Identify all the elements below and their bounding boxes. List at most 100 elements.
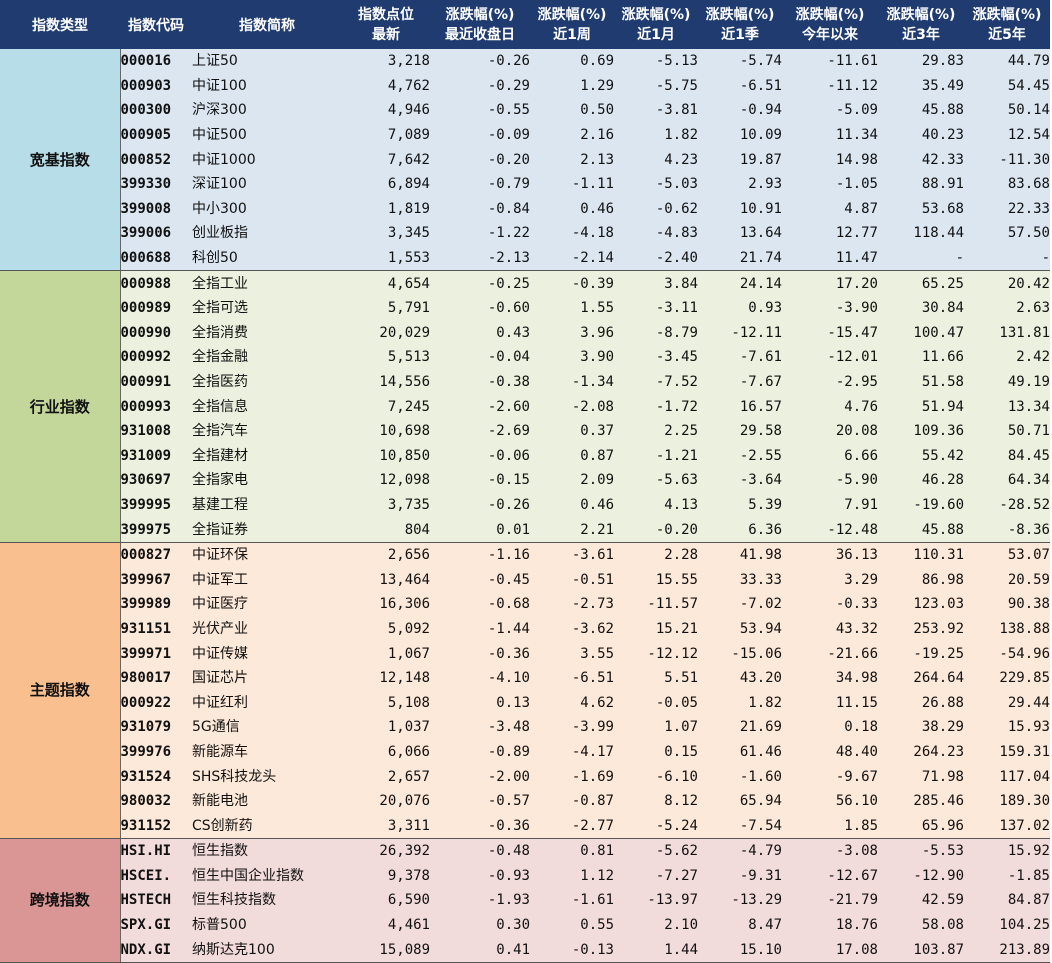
code-cell: 000905 (120, 122, 192, 148)
header-cell-6-top: 涨跌幅(%) (614, 0, 698, 24)
chg-1d-cell: -0.68 (430, 592, 530, 617)
chg-1d-cell: -1.22 (430, 221, 530, 246)
chg-3y-cell: 51.94 (878, 394, 964, 419)
chg-1m-cell: 4.13 (614, 492, 698, 518)
level-cell: 16,306 (342, 592, 430, 617)
header-cell-10-bottom: 近5年 (964, 24, 1050, 49)
chg-1w-cell: -2.77 (530, 813, 614, 840)
chg-1m-cell: 1.82 (614, 122, 698, 148)
chg-ytd-cell: -15.47 (782, 320, 878, 346)
table-row: 931151 光伏产业 5,092 -1.44 -3.62 15.21 53.94 43.32… (0, 616, 1050, 642)
code-cell: 931008 (120, 418, 192, 444)
chg-ytd-cell: 11.15 (782, 690, 878, 716)
chg-1w-cell: 0.46 (530, 492, 614, 518)
name-cell: 上证50 (192, 49, 342, 74)
chg-1q-cell: 13.64 (698, 221, 782, 246)
chg-3y-cell: 109.36 (878, 418, 964, 444)
chg-1w-cell: -0.51 (530, 567, 614, 593)
table-row: SPX.GI 标普500 4,461 0.30 0.55 2.10 8.47 18.76 58.… (0, 912, 1050, 938)
table-row: 399989 中证医疗 16,306 -0.68 -2.73 -11.57 -7.02 -0.… (0, 592, 1050, 617)
table-row: 000922 中证红利 5,108 0.13 4.62 -0.05 1.82 11.15 26.… (0, 690, 1050, 716)
chg-3y-cell: 40.23 (878, 122, 964, 148)
code-cell: 980017 (120, 665, 192, 691)
table-row: 399975 全指证券 804 0.01 2.21 -0.20 6.36 -12.48 45.8… (0, 517, 1050, 543)
level-cell: 7,642 (342, 147, 430, 172)
chg-1w-cell: 0.69 (530, 49, 614, 74)
name-cell: 中证500 (192, 122, 342, 148)
chg-5y-cell: 13.34 (964, 394, 1050, 419)
name-cell: 全指消费 (192, 320, 342, 346)
chg-ytd-cell: -0.33 (782, 592, 878, 617)
chg-ytd-cell: -5.90 (782, 468, 878, 493)
level-cell: 2,657 (342, 764, 430, 789)
chg-1q-cell: -7.54 (698, 813, 782, 840)
code-cell: 399971 (120, 641, 192, 666)
chg-3y-cell: 55.42 (878, 443, 964, 469)
chg-1w-cell: -2.73 (530, 592, 614, 617)
chg-ytd-cell: 34.98 (782, 665, 878, 691)
category-cell: 宽基指数 (0, 49, 121, 272)
level-cell: 5,791 (342, 295, 430, 321)
chg-ytd-cell: 14.98 (782, 147, 878, 172)
chg-1w-cell: -3.62 (530, 616, 614, 642)
chg-1d-cell: -0.36 (430, 813, 530, 840)
chg-1q-cell: -15.06 (698, 641, 782, 666)
table-row: 930697 全指家电 12,098 -0.15 2.09 -5.63 -3.64 -5.90… (0, 468, 1050, 493)
chg-1d-cell: -1.93 (430, 888, 530, 913)
chg-1q-cell: -12.11 (698, 320, 782, 346)
chg-3y-cell: 86.98 (878, 567, 964, 593)
chg-1q-cell: 29.58 (698, 418, 782, 444)
chg-3y-cell: 45.88 (878, 517, 964, 543)
chg-5y-cell: 57.50 (964, 221, 1050, 246)
header-cell-9-top: 涨跌幅(%) (878, 0, 964, 24)
code-cell: 399967 (120, 567, 192, 593)
header-cell-5-bottom: 近1周 (530, 24, 614, 49)
chg-1d-cell: -0.09 (430, 122, 530, 148)
level-cell: 6,894 (342, 171, 430, 197)
chg-5y-cell: - (964, 245, 1050, 272)
chg-1q-cell: -7.67 (698, 369, 782, 395)
chg-ytd-cell: -9.67 (782, 764, 878, 789)
chg-3y-cell: 110.31 (878, 542, 964, 568)
table-row: 行业指数 000988 全指工业 4,654 -0.25 -0.39 3.84 24.14 17… (0, 270, 1050, 543)
name-cell: 全指医药 (192, 369, 342, 395)
chg-5y-cell: -8.36 (964, 517, 1050, 543)
table-row: 000990 全指消费 20,029 0.43 3.96 -8.79 -12.11 -15.4… (0, 320, 1050, 346)
chg-1w-cell: -3.61 (530, 542, 614, 568)
chg-1q-cell: -7.02 (698, 592, 782, 617)
chg-3y-cell: 51.58 (878, 369, 964, 395)
chg-ytd-cell: -12.48 (782, 517, 878, 543)
chg-5y-cell: -54.96 (964, 641, 1050, 666)
table-row: 000905 中证500 7,089 -0.09 2.16 1.82 10.09 11.34 4… (0, 122, 1050, 148)
chg-ytd-cell: -5.09 (782, 98, 878, 123)
code-cell: HSTECH (120, 888, 192, 913)
chg-1d-cell: 0.30 (430, 912, 530, 938)
level-cell: 13,464 (342, 567, 430, 593)
table-row: HSCEI. 恒生中国企业指数 9,378 -0.93 1.12 -7.27 -9.31 -1… (0, 863, 1050, 889)
name-cell: 全指工业 (192, 270, 342, 296)
chg-1d-cell: -0.79 (430, 171, 530, 197)
chg-1w-cell: 2.21 (530, 517, 614, 543)
category-cell: 主题指数 (0, 542, 121, 840)
chg-ytd-cell: -1.05 (782, 171, 878, 197)
chg-1q-cell: -0.94 (698, 98, 782, 123)
chg-1q-cell: -4.79 (698, 838, 782, 864)
chg-1d-cell: -0.26 (430, 492, 530, 518)
name-cell: 全指证券 (192, 517, 342, 543)
chg-5y-cell: 84.87 (964, 888, 1050, 913)
chg-1q-cell: -2.55 (698, 443, 782, 469)
chg-5y-cell: 15.92 (964, 838, 1050, 864)
chg-5y-cell: 229.85 (964, 665, 1050, 691)
chg-1d-cell: 0.41 (430, 937, 530, 963)
level-cell: 4,762 (342, 73, 430, 99)
chg-1w-cell: -1.61 (530, 888, 614, 913)
chg-1q-cell: 1.82 (698, 690, 782, 716)
chg-3y-cell: 103.87 (878, 937, 964, 963)
chg-3y-cell: 29.83 (878, 49, 964, 74)
chg-ytd-cell: 43.32 (782, 616, 878, 642)
code-cell: 399008 (120, 196, 192, 222)
level-cell: 4,461 (342, 912, 430, 938)
code-cell: 399995 (120, 492, 192, 518)
chg-3y-cell: 88.91 (878, 171, 964, 197)
code-cell: HSCEI. (120, 863, 192, 889)
